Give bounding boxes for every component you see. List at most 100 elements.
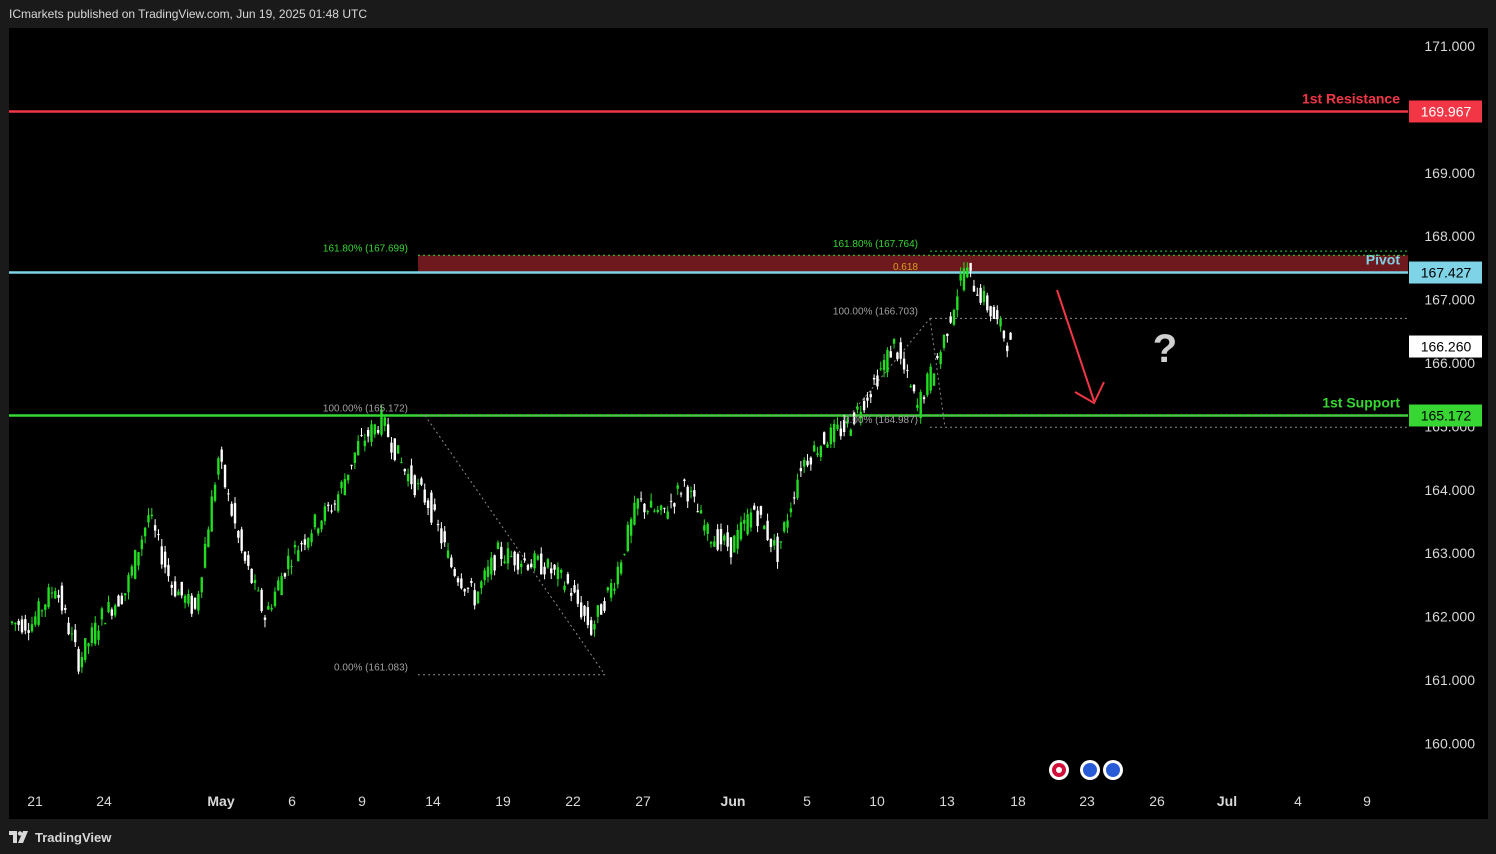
candle-body (686, 486, 689, 502)
candle-body (416, 483, 420, 485)
candle-body (666, 511, 669, 519)
candle-body (490, 557, 493, 575)
price-tick-label: 161.000 (1424, 672, 1475, 688)
candle-body (986, 295, 989, 311)
candle-body (583, 605, 586, 616)
candle-body (573, 585, 576, 593)
candle-body (972, 285, 976, 292)
price-tick-label: 171.000 (1424, 38, 1475, 54)
candle-body (356, 440, 360, 456)
candle-body (746, 514, 749, 535)
candle-body (616, 566, 619, 585)
candle-body (593, 624, 596, 630)
date-tick-label: 14 (425, 793, 441, 809)
candle-body (130, 566, 134, 576)
candle-body (503, 561, 506, 564)
candle-body (80, 657, 84, 668)
candle-body (626, 524, 629, 552)
candle-body (217, 458, 220, 475)
candle-body (280, 576, 283, 596)
candle-body (423, 489, 426, 503)
candle-body (809, 457, 813, 465)
candle-body (253, 580, 257, 584)
candle-body (806, 460, 809, 466)
candle-body (976, 294, 979, 296)
candle-body (157, 534, 160, 536)
candle-body (606, 587, 610, 591)
candle-body (510, 556, 513, 558)
price-chart[interactable]: 1st Resistance Pivot 1st Support 161.80% (… (9, 28, 1488, 819)
candle-body (143, 527, 147, 537)
candle-body (789, 508, 793, 513)
candle-body (876, 375, 879, 387)
candle-body (892, 338, 896, 344)
candle-body (340, 481, 343, 489)
price-tick-label: 167.000 (1424, 292, 1475, 308)
candle-body (200, 577, 203, 593)
date-tick-label: 24 (96, 793, 112, 809)
candle-body (57, 594, 60, 598)
date-tick-label: 19 (495, 793, 511, 809)
candle-body (133, 550, 137, 579)
candle-body (1006, 345, 1009, 352)
candle-body (962, 268, 966, 291)
candle-body (240, 529, 243, 551)
candle-body (307, 538, 310, 548)
candle-body (260, 589, 263, 611)
fib-label: 161.80% (167.699) (323, 243, 408, 254)
date-tick-label: 22 (565, 793, 581, 809)
candle-body (167, 564, 170, 577)
candle-body (297, 550, 300, 562)
candle-body (523, 558, 526, 561)
event-icon-inner (1083, 763, 1097, 777)
candle-body (117, 595, 120, 607)
candle-body (979, 287, 982, 303)
fib-label: 0.00% (161.083) (334, 663, 408, 674)
candle-body (653, 510, 656, 512)
candle-body (982, 290, 986, 302)
candle-body (553, 564, 556, 570)
candle-body (560, 569, 563, 573)
candle-body (346, 474, 350, 481)
date-tick-label: 10 (869, 793, 885, 809)
candle-body (104, 623, 107, 625)
candle-body (150, 514, 153, 517)
chart-area[interactable]: 1st Resistance Pivot 1st Support 161.80% (… (9, 28, 1488, 819)
candle-body (257, 590, 260, 592)
candle-body (436, 524, 440, 526)
candle-body (210, 496, 213, 532)
tradingview-footer[interactable]: TradingView (9, 827, 111, 847)
price-tick-label: 160.000 (1424, 735, 1475, 751)
question-annotation: ? (1153, 327, 1177, 371)
candle-body (999, 318, 1002, 327)
candle-body (520, 563, 523, 568)
candle-body (376, 429, 380, 433)
candle-body (373, 424, 377, 435)
candle-body (190, 595, 193, 614)
candle-body (283, 573, 287, 577)
candle-body (556, 567, 560, 580)
candle-body (623, 553, 626, 555)
candle-body (570, 592, 573, 596)
candle-body (530, 563, 533, 568)
candle-body (243, 551, 247, 561)
candle-body (596, 605, 600, 617)
candle-body (579, 602, 583, 618)
candle-body (483, 570, 486, 581)
candle-body (107, 602, 110, 613)
candle-body (237, 530, 240, 538)
candle-body (536, 555, 540, 560)
chart-frame: ICmarkets published on TradingView.com, … (0, 0, 1496, 854)
date-tick-label: May (207, 793, 234, 809)
candle-body (696, 511, 699, 513)
date-tick-label: Jun (721, 793, 746, 809)
candle-body (233, 503, 237, 524)
candle-body (24, 619, 27, 631)
candle-body (460, 578, 463, 589)
candle-body (526, 565, 530, 570)
candle-body (733, 535, 736, 553)
candle-body (406, 473, 410, 482)
candle-body (37, 601, 40, 625)
candle-body (643, 503, 646, 513)
candle-body (183, 595, 187, 603)
